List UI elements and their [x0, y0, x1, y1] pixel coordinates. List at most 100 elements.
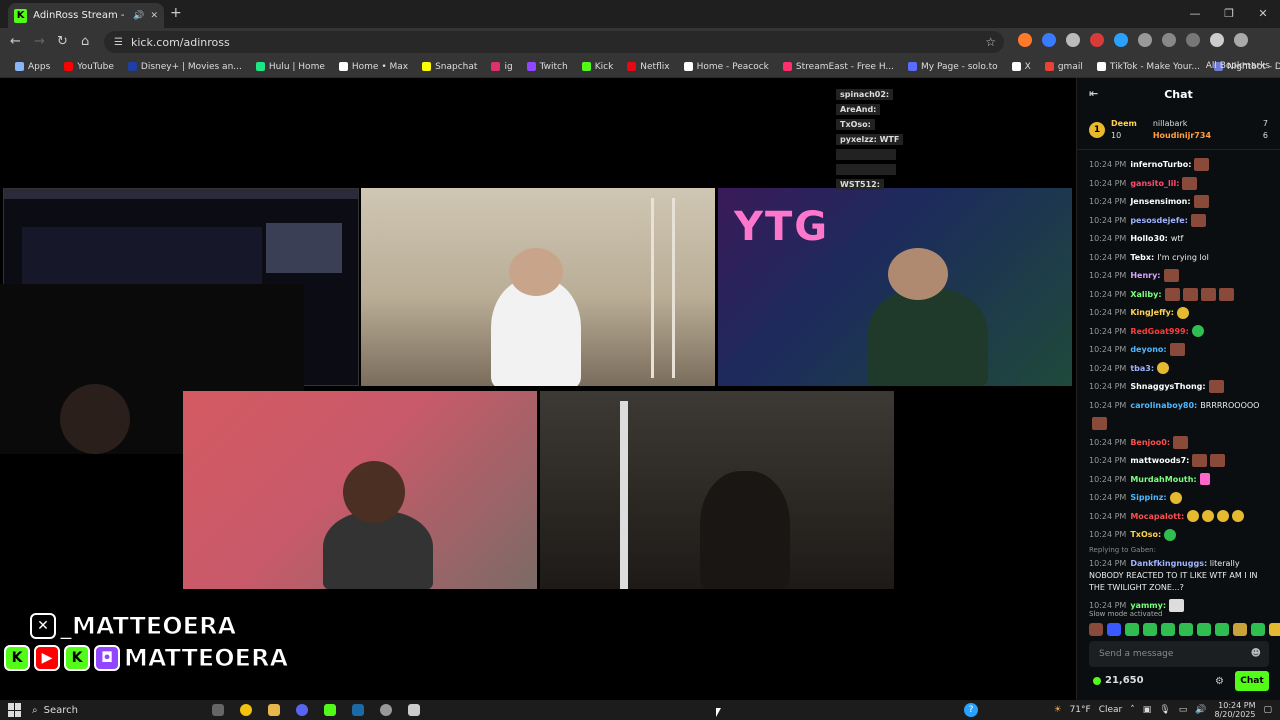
all-bookmarks[interactable]: All Bookmarks: [1206, 61, 1270, 71]
steam-icon[interactable]: [352, 704, 364, 716]
chat-message[interactable]: 10:24 PM tba3:: [1089, 360, 1269, 379]
emoji-picker-icon[interactable]: ☻: [1251, 648, 1261, 659]
address-bar[interactable]: ☰ kick.com/adinross ☆: [104, 31, 1004, 53]
more-icon[interactable]: [1234, 33, 1248, 47]
message-username[interactable]: infernoTurbo:: [1130, 160, 1191, 169]
network-icon[interactable]: ▭: [1179, 705, 1188, 715]
help-icon[interactable]: ?: [964, 703, 978, 717]
minimize-icon[interactable]: —: [1178, 0, 1212, 28]
leader-first-name[interactable]: Deem: [1111, 118, 1137, 130]
taskbar-search[interactable]: ⌕ Search: [32, 705, 182, 716]
send-chat-button[interactable]: Chat: [1235, 671, 1269, 691]
menu-icon[interactable]: [1186, 33, 1200, 47]
message-username[interactable]: RedGoat999:: [1130, 327, 1189, 336]
stream-player[interactable]: YTG spinach02: AreAnd: TxOso: pyxelzz: WTF W…: [0, 78, 1076, 700]
leader-third-name[interactable]: Houdinijr734: [1153, 130, 1211, 142]
volume-icon[interactable]: 🔊: [1195, 705, 1206, 715]
weather-icon[interactable]: ☀: [1054, 705, 1062, 715]
emote-icon[interactable]: [1197, 623, 1211, 636]
chat-message[interactable]: 10:24 PM carolinaboy80: BRRRROOOOO: [1089, 397, 1269, 416]
chat-message[interactable]: 10:24 PM KingJeffy:: [1089, 304, 1269, 323]
message-username[interactable]: yammy:: [1130, 601, 1166, 610]
windows-start-icon[interactable]: [8, 703, 22, 717]
forward-icon[interactable]: →: [34, 34, 45, 49]
bookmark-item[interactable]: Disney+ | Movies an...: [121, 62, 249, 72]
reload-icon[interactable]: ↻: [57, 34, 68, 49]
message-username[interactable]: ShnaggysThong:: [1130, 382, 1205, 391]
reply-context[interactable]: Replying to Gaben:: [1089, 545, 1269, 555]
bookmark-item[interactable]: Kick: [575, 62, 621, 72]
message-username[interactable]: mattwoods7:: [1130, 456, 1189, 465]
bookmark-item[interactable]: gmail: [1038, 62, 1090, 72]
bookmark-item[interactable]: StreamEast - Free H...: [776, 62, 901, 72]
sidepanel-icon[interactable]: [1162, 33, 1176, 47]
bookmark-star-icon[interactable]: ☆: [985, 35, 996, 49]
bookmark-item[interactable]: YouTube: [57, 62, 121, 72]
chat-message[interactable]: 10:24 PM Tebx: I'm crying lol: [1089, 249, 1269, 268]
emote-icon[interactable]: [1215, 623, 1229, 636]
mic-icon[interactable]: 🎙: [1159, 705, 1170, 715]
bookmark-item[interactable]: X: [1005, 62, 1038, 72]
emote-icon[interactable]: [1089, 623, 1103, 636]
chat-message[interactable]: 10:24 PM MurdahMouth:: [1089, 471, 1269, 490]
emote-icon[interactable]: [1125, 623, 1139, 636]
extension-icon[interactable]: [1018, 33, 1032, 47]
tab-adinross[interactable]: K AdinRoss Stream - Watch L 🔊 ✕: [8, 3, 164, 28]
shield-icon[interactable]: [1066, 33, 1080, 47]
message-username[interactable]: pesosdejefe:: [1130, 216, 1188, 225]
chat-message[interactable]: 10:24 PM Benjoo0:: [1089, 434, 1269, 453]
task-view-icon[interactable]: [212, 704, 224, 716]
new-tab-icon[interactable]: +: [170, 5, 182, 21]
notifications-icon[interactable]: ▢: [1263, 705, 1272, 715]
puzzle-icon[interactable]: [1138, 33, 1152, 47]
clock[interactable]: 10:24 PM 8/20/2025: [1214, 701, 1255, 719]
extension-icon[interactable]: [1042, 33, 1056, 47]
message-username[interactable]: Dankfkingnuggs:: [1130, 559, 1207, 568]
message-username[interactable]: MurdahMouth:: [1130, 475, 1196, 484]
tray-expand-icon[interactable]: ˄: [1130, 705, 1135, 715]
message-username[interactable]: Henry:: [1130, 271, 1160, 280]
message-username[interactable]: Tebx:: [1130, 253, 1154, 262]
file-explorer-icon[interactable]: [268, 704, 280, 716]
extension-icon[interactable]: [1090, 33, 1104, 47]
message-username[interactable]: tba3:: [1130, 364, 1154, 373]
message-username[interactable]: Jensensimon:: [1130, 197, 1190, 206]
bookmark-item[interactable]: Twitch: [520, 62, 575, 72]
emote-icon[interactable]: [1179, 623, 1193, 636]
bookmark-item[interactable]: Home • Max: [332, 62, 415, 72]
extension-icon[interactable]: [1114, 33, 1128, 47]
discord-icon[interactable]: [296, 704, 308, 716]
emote-icon[interactable]: [1269, 623, 1280, 636]
chat-message[interactable]: 10:24 PM deyono:: [1089, 341, 1269, 360]
bookmark-item[interactable]: ig: [484, 62, 519, 72]
message-username[interactable]: Xaliby:: [1130, 290, 1161, 299]
chrome-icon[interactable]: [240, 704, 252, 716]
emote-icon[interactable]: [1161, 623, 1175, 636]
bookmark-item[interactable]: Apps: [8, 62, 57, 72]
bookmark-item[interactable]: Home - Peacock: [677, 62, 776, 72]
kick-app-icon[interactable]: [324, 704, 336, 716]
close-tab-icon[interactable]: ✕: [150, 11, 158, 21]
site-info-icon[interactable]: ☰: [114, 37, 123, 48]
bookmark-item[interactable]: Netflix: [620, 62, 676, 72]
chat-message[interactable]: 10:24 PM RedGoat999:: [1089, 323, 1269, 342]
bookmark-item[interactable]: Snapchat: [415, 62, 484, 72]
emote-icon[interactable]: [1143, 623, 1157, 636]
message-username[interactable]: gansito_lil:: [1130, 179, 1179, 188]
profile-avatar[interactable]: [1210, 33, 1224, 47]
message-username[interactable]: Benjoo0:: [1130, 438, 1170, 447]
emote-icon[interactable]: [1233, 623, 1247, 636]
chat-message[interactable]: 10:24 PM mattwoods7:: [1089, 452, 1269, 471]
collapse-chat-icon[interactable]: ⇤: [1089, 87, 1098, 100]
restore-icon[interactable]: ❐: [1212, 0, 1246, 28]
home-icon[interactable]: ⌂: [81, 34, 89, 49]
tray-app-icon[interactable]: ▣: [1143, 705, 1152, 715]
close-window-icon[interactable]: ✕: [1246, 0, 1280, 28]
message-username[interactable]: KingJeffy:: [1130, 308, 1174, 317]
chat-message[interactable]: 10:24 PM Sippinz:: [1089, 489, 1269, 508]
chat-settings-icon[interactable]: ⚙: [1215, 676, 1224, 687]
message-username[interactable]: TxOso:: [1130, 530, 1161, 539]
audio-icon[interactable]: 🔊: [133, 11, 144, 21]
chat-message[interactable]: 10:24 PM ShnaggysThong:: [1089, 378, 1269, 397]
chat-message[interactable]: 10:24 PM pesosdejefe:: [1089, 212, 1269, 231]
